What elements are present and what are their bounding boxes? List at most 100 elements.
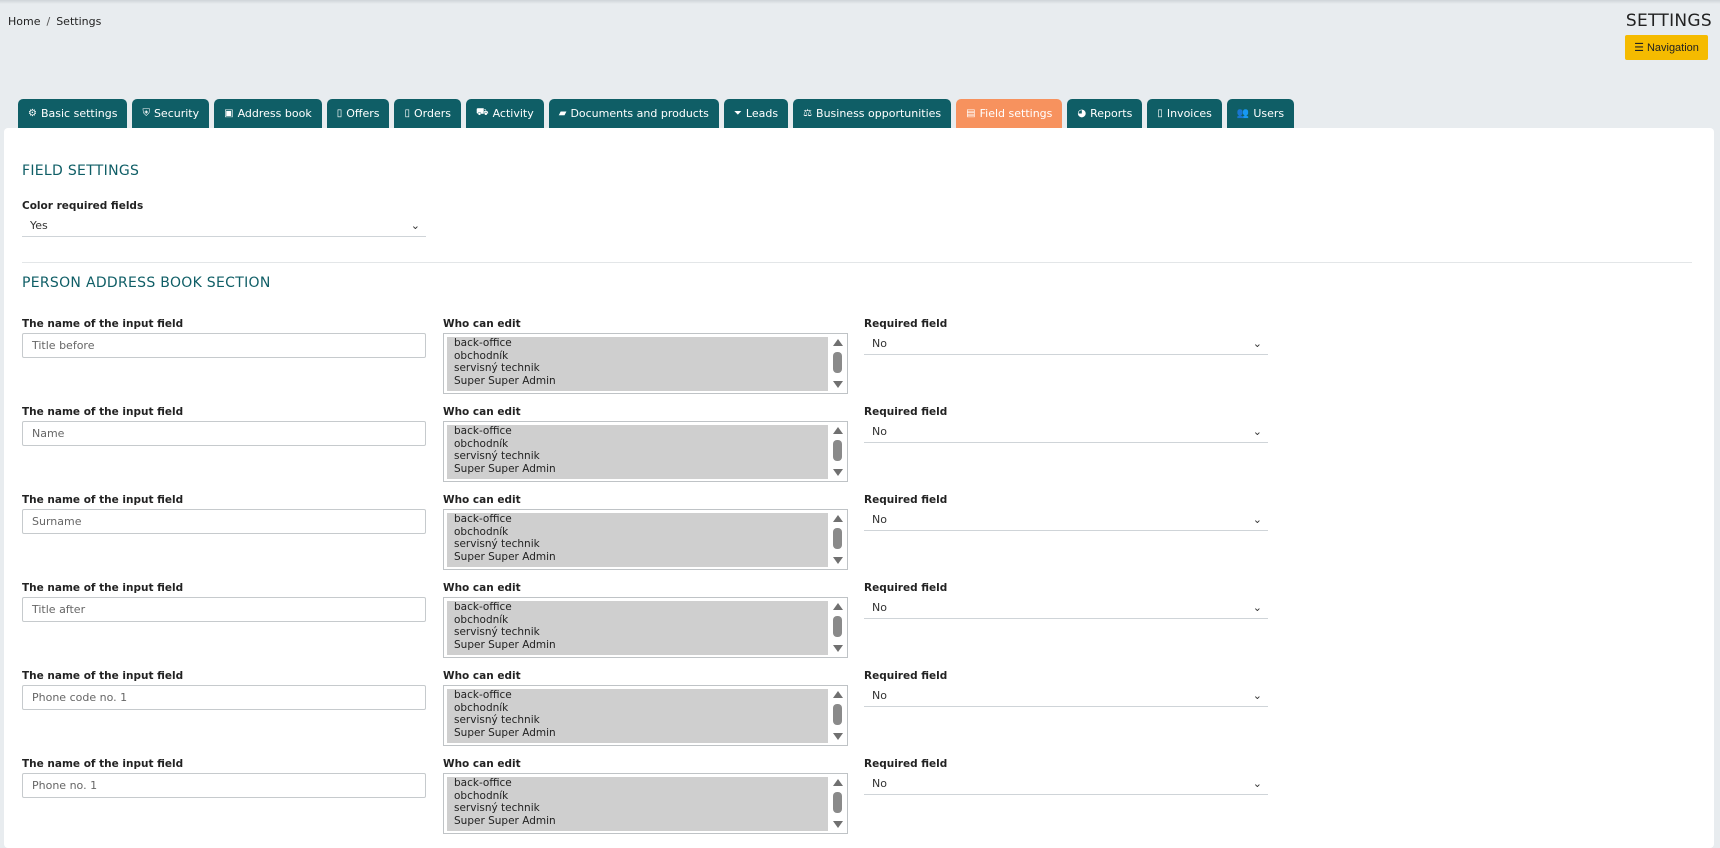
role-option[interactable]: obchodník: [447, 350, 828, 363]
role-option[interactable]: obchodník: [447, 526, 828, 539]
settings-panel: FIELD SETTINGS Color required fields Yes…: [4, 128, 1714, 848]
input-field-name-label: The name of the input field: [22, 318, 184, 330]
tab-leads[interactable]: ⏷ Leads: [723, 99, 789, 128]
color-required-label: Color required fields: [22, 200, 144, 212]
role-option[interactable]: obchodník: [447, 702, 828, 715]
tab-security[interactable]: ⛨ Security: [132, 99, 210, 128]
role-option[interactable]: servisný technik: [447, 626, 828, 639]
scroll-up-arrow-icon[interactable]: [833, 603, 843, 610]
required-field-select[interactable]: No ⌄: [864, 509, 1268, 531]
role-option[interactable]: Super Super Admin: [447, 375, 828, 388]
address-card-icon: ▣: [224, 108, 234, 119]
input-field-name[interactable]: Name: [22, 421, 426, 446]
role-option[interactable]: obchodník: [447, 614, 828, 627]
scroll-down-arrow-icon[interactable]: [833, 821, 843, 828]
role-option[interactable]: servisný technik: [447, 450, 828, 463]
scrollbar[interactable]: [829, 687, 846, 744]
role-option[interactable]: back-office: [447, 601, 828, 614]
scrollbar-thumb[interactable]: [833, 792, 842, 813]
tab-orders[interactable]: ▯ Orders: [394, 99, 461, 128]
required-field-select[interactable]: No ⌄: [864, 685, 1268, 707]
tab-business-opportunities[interactable]: ⚖ Business opportunities: [793, 99, 952, 128]
input-field-name[interactable]: Title after: [22, 597, 426, 622]
role-option[interactable]: servisný technik: [447, 802, 828, 815]
role-option[interactable]: back-office: [447, 513, 828, 526]
who-can-edit-multiselect[interactable]: back-office obchodník servisný technik Supe…: [443, 773, 848, 834]
required-field-select[interactable]: No ⌄: [864, 421, 1268, 443]
role-option[interactable]: back-office: [447, 777, 828, 790]
funnel-icon: ⏷: [733, 108, 742, 119]
scroll-up-arrow-icon[interactable]: [833, 779, 843, 786]
role-option[interactable]: back-office: [447, 689, 828, 702]
color-required-select[interactable]: Yes ⌄: [22, 215, 426, 237]
scrollbar-thumb[interactable]: [833, 528, 842, 549]
tab-documents-and-products[interactable]: ▰ Documents and products: [548, 99, 719, 128]
role-options-list: back-office obchodník servisný technik Supe…: [447, 689, 828, 743]
tab-users[interactable]: 👥 Users: [1226, 99, 1295, 128]
role-option[interactable]: servisný technik: [447, 362, 828, 375]
scroll-down-arrow-icon[interactable]: [833, 469, 843, 476]
scrollbar-thumb[interactable]: [833, 704, 842, 725]
tab-invoices[interactable]: ▯ Invoices: [1147, 99, 1222, 128]
field-settings-heading: FIELD SETTINGS: [22, 163, 140, 179]
scroll-down-arrow-icon[interactable]: [833, 557, 843, 564]
tab-label: Orders: [414, 107, 451, 120]
required-field-select[interactable]: No ⌄: [864, 333, 1268, 355]
scrollbar-thumb[interactable]: [833, 616, 842, 637]
input-field-name[interactable]: Phone no. 1: [22, 773, 426, 798]
scroll-down-arrow-icon[interactable]: [833, 381, 843, 388]
role-option[interactable]: back-office: [447, 337, 828, 350]
tab-address-book[interactable]: ▣ Address book: [214, 99, 322, 128]
role-option[interactable]: back-office: [447, 425, 828, 438]
input-field-name[interactable]: Surname: [22, 509, 426, 534]
scrollbar-thumb[interactable]: [833, 352, 842, 373]
who-can-edit-multiselect[interactable]: back-office obchodník servisný technik Supe…: [443, 333, 848, 394]
scrollbar[interactable]: [829, 335, 846, 392]
role-option[interactable]: Super Super Admin: [447, 815, 828, 828]
who-can-edit-label: Who can edit: [443, 758, 521, 770]
role-option[interactable]: obchodník: [447, 790, 828, 803]
input-field-name-label: The name of the input field: [22, 758, 184, 770]
scroll-up-arrow-icon[interactable]: [833, 691, 843, 698]
tab-activity[interactable]: ⛟ Activity: [466, 99, 544, 128]
role-option[interactable]: Super Super Admin: [447, 551, 828, 564]
page-title: SETTINGS: [1625, 11, 1712, 31]
scrollbar[interactable]: [829, 511, 846, 568]
tab-offers[interactable]: ▯ Offers: [326, 99, 390, 128]
scroll-up-arrow-icon[interactable]: [833, 515, 843, 522]
input-field-name[interactable]: Phone code no. 1: [22, 685, 426, 710]
tab-field-settings[interactable]: ▤ Field settings: [956, 99, 1063, 128]
role-option[interactable]: Super Super Admin: [447, 639, 828, 652]
scroll-up-arrow-icon[interactable]: [833, 339, 843, 346]
breadcrumb-home[interactable]: Home: [8, 15, 40, 28]
role-option[interactable]: Super Super Admin: [447, 463, 828, 476]
role-options-list: back-office obchodník servisný technik Supe…: [447, 337, 828, 391]
color-required-value: Yes: [30, 219, 48, 232]
role-option[interactable]: obchodník: [447, 438, 828, 451]
tab-reports[interactable]: ◕ Reports: [1067, 99, 1143, 128]
role-option[interactable]: servisný technik: [447, 714, 828, 727]
role-option[interactable]: servisný technik: [447, 538, 828, 551]
tab-label: Invoices: [1166, 107, 1212, 120]
who-can-edit-multiselect[interactable]: back-office obchodník servisný technik Supe…: [443, 597, 848, 658]
tab-bar: ⚙ Basic settings ⛨ Security ▣ Address book ▯ Of…: [18, 99, 1295, 128]
scrollbar[interactable]: [829, 599, 846, 656]
input-field-name[interactable]: Title before: [22, 333, 426, 358]
input-field-value: Title before: [32, 339, 95, 352]
who-can-edit-multiselect[interactable]: back-office obchodník servisný technik Supe…: [443, 509, 848, 570]
tab-basic-settings[interactable]: ⚙ Basic settings: [18, 99, 128, 128]
who-can-edit-multiselect[interactable]: back-office obchodník servisný technik Supe…: [443, 685, 848, 746]
shield-icon: ⛨: [142, 108, 150, 119]
scroll-up-arrow-icon[interactable]: [833, 427, 843, 434]
navigation-button[interactable]: ☰ Navigation: [1625, 35, 1708, 60]
scrollbar[interactable]: [829, 775, 846, 832]
scroll-down-arrow-icon[interactable]: [833, 645, 843, 652]
required-field-select[interactable]: No ⌄: [864, 597, 1268, 619]
role-option[interactable]: Super Super Admin: [447, 727, 828, 740]
scrollbar[interactable]: [829, 423, 846, 480]
input-field-name-label: The name of the input field: [22, 494, 184, 506]
required-field-select[interactable]: No ⌄: [864, 773, 1268, 795]
who-can-edit-multiselect[interactable]: back-office obchodník servisný technik Supe…: [443, 421, 848, 482]
scrollbar-thumb[interactable]: [833, 440, 842, 461]
scroll-down-arrow-icon[interactable]: [833, 733, 843, 740]
